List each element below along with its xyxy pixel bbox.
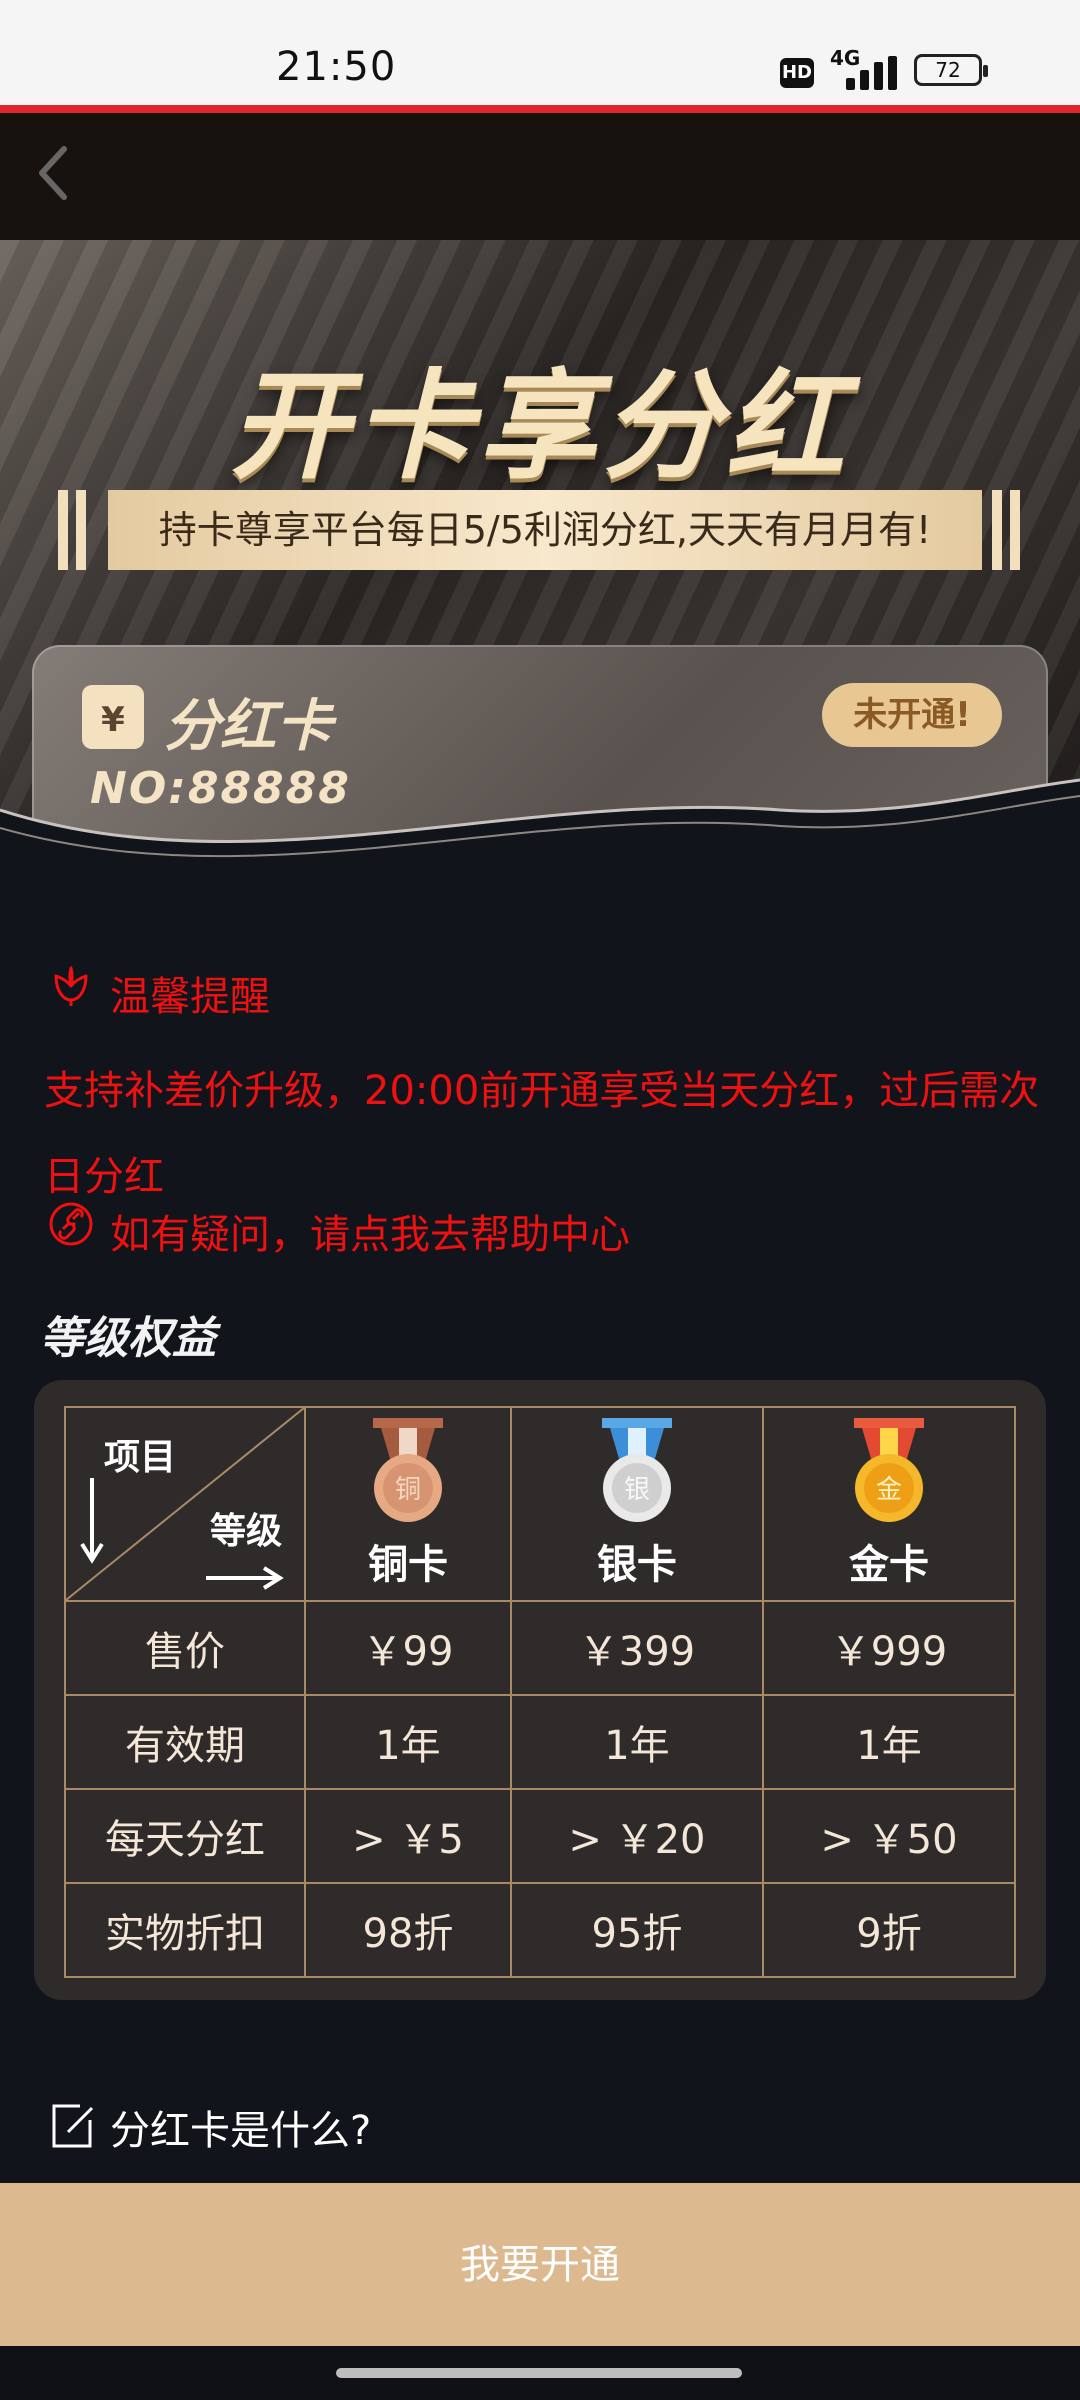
table-cell: > ￥20 bbox=[509, 1788, 764, 1884]
battery-icon: 72 bbox=[914, 54, 988, 86]
svg-text:金: 金 bbox=[876, 1475, 902, 1505]
ribbon-text: 持卡尊享平台每日5/5利润分红,天天有月月有! bbox=[108, 490, 982, 570]
banner: 开卡享分红 持卡尊享平台每日5/5利润分红,天天有月月有! ¥ 分红卡 NO:8… bbox=[0, 240, 1080, 930]
status-bar: 21:50 HD 4G 72 bbox=[0, 0, 1080, 113]
card-title: 分红卡 bbox=[164, 694, 332, 759]
gold-medal-icon: 金 bbox=[853, 1418, 924, 1522]
table-cell: > ￥50 bbox=[761, 1788, 1017, 1884]
banner-title: 开卡享分红 bbox=[229, 357, 850, 495]
table-header-row: 项目 等级 铜 铜卡 银 银卡 金 金卡 bbox=[64, 1406, 1017, 1602]
help-center-link[interactable]: 如有疑问，请点我去帮助中心 bbox=[110, 1202, 630, 1260]
table-cell: 98折 bbox=[304, 1882, 512, 1978]
row-label: 每天分红 bbox=[64, 1788, 306, 1884]
tip-title: 温馨提醒 bbox=[110, 974, 270, 1020]
silver-card-label: 银卡 bbox=[596, 1542, 677, 1588]
table-cell: > ￥5 bbox=[304, 1788, 512, 1884]
corner-cell: 项目 等级 bbox=[64, 1406, 306, 1602]
system-nav-bar bbox=[0, 2346, 1080, 2400]
home-indicator[interactable] bbox=[336, 2368, 742, 2378]
table-row: 售价 ￥99 ￥399 ￥999 bbox=[64, 1600, 1017, 1696]
table-cell: ￥99 bbox=[304, 1600, 512, 1696]
back-button[interactable] bbox=[30, 143, 80, 203]
table-row: 每天分红 > ￥5 > ￥20 > ￥50 bbox=[64, 1788, 1017, 1884]
table-cell: ￥399 bbox=[509, 1600, 764, 1696]
ribbon-decoration-right bbox=[992, 490, 1042, 570]
table-cell: 95折 bbox=[509, 1882, 764, 1978]
hd-badge: HD bbox=[780, 58, 814, 88]
wallet-icon: ¥ bbox=[82, 685, 144, 749]
tip-body: 支持补差价升级，20:00前开通享受当天分红，过后需次日分红 bbox=[44, 1068, 1040, 1200]
corner-level-label: 等级 bbox=[209, 1511, 282, 1552]
row-label: 售价 bbox=[64, 1600, 306, 1696]
edit-icon bbox=[52, 2104, 94, 2148]
corner-item-label: 项目 bbox=[104, 1437, 177, 1478]
levels-table: 项目 等级 铜 铜卡 银 银卡 金 金卡 售价 ￥99 ￥399 ￥999 有效… bbox=[64, 1406, 1017, 1978]
chevron-left-icon bbox=[39, 146, 67, 200]
table-cell: ￥999 bbox=[761, 1600, 1017, 1696]
flower-icon bbox=[54, 966, 88, 1006]
svg-text:铜: 铜 bbox=[395, 1475, 421, 1505]
copper-card-label: 铜卡 bbox=[367, 1542, 448, 1588]
level-column-copper: 铜 铜卡 bbox=[304, 1406, 512, 1602]
app-header bbox=[0, 113, 1080, 240]
status-time: 21:50 bbox=[276, 44, 397, 90]
levels-section-title: 等级权益 bbox=[40, 1313, 216, 1364]
level-column-silver: 银 银卡 bbox=[509, 1406, 764, 1602]
levels-panel: 项目 等级 铜 铜卡 银 银卡 金 金卡 售价 ￥99 ￥399 ￥999 有效… bbox=[34, 1380, 1046, 2000]
table-cell: 1年 bbox=[761, 1694, 1017, 1790]
ribbon-decoration-left bbox=[58, 490, 108, 570]
gold-card-label: 金卡 bbox=[848, 1542, 929, 1588]
svg-text:银: 银 bbox=[624, 1475, 650, 1505]
card-status-badge: 未开通! bbox=[822, 683, 1002, 747]
table-cell: 9折 bbox=[761, 1882, 1017, 1978]
network-label: 4G bbox=[830, 46, 861, 70]
row-label: 实物折扣 bbox=[64, 1882, 306, 1978]
table-row: 有效期 1年 1年 1年 bbox=[64, 1694, 1017, 1790]
row-label: 有效期 bbox=[64, 1694, 306, 1790]
wave-decoration bbox=[0, 778, 1080, 930]
faq-question: 分红卡是什么? bbox=[110, 2108, 372, 2154]
table-row: 实物折扣 98折 95折 9折 bbox=[64, 1882, 1017, 1978]
open-card-button[interactable]: 我要开通 bbox=[0, 2183, 1080, 2346]
table-cell: 1年 bbox=[509, 1694, 764, 1790]
silver-medal-icon: 银 bbox=[601, 1418, 672, 1522]
link-icon[interactable] bbox=[48, 1201, 94, 1247]
level-column-gold: 金 金卡 bbox=[761, 1406, 1017, 1602]
copper-medal-icon: 铜 bbox=[372, 1418, 443, 1522]
table-cell: 1年 bbox=[304, 1694, 512, 1790]
